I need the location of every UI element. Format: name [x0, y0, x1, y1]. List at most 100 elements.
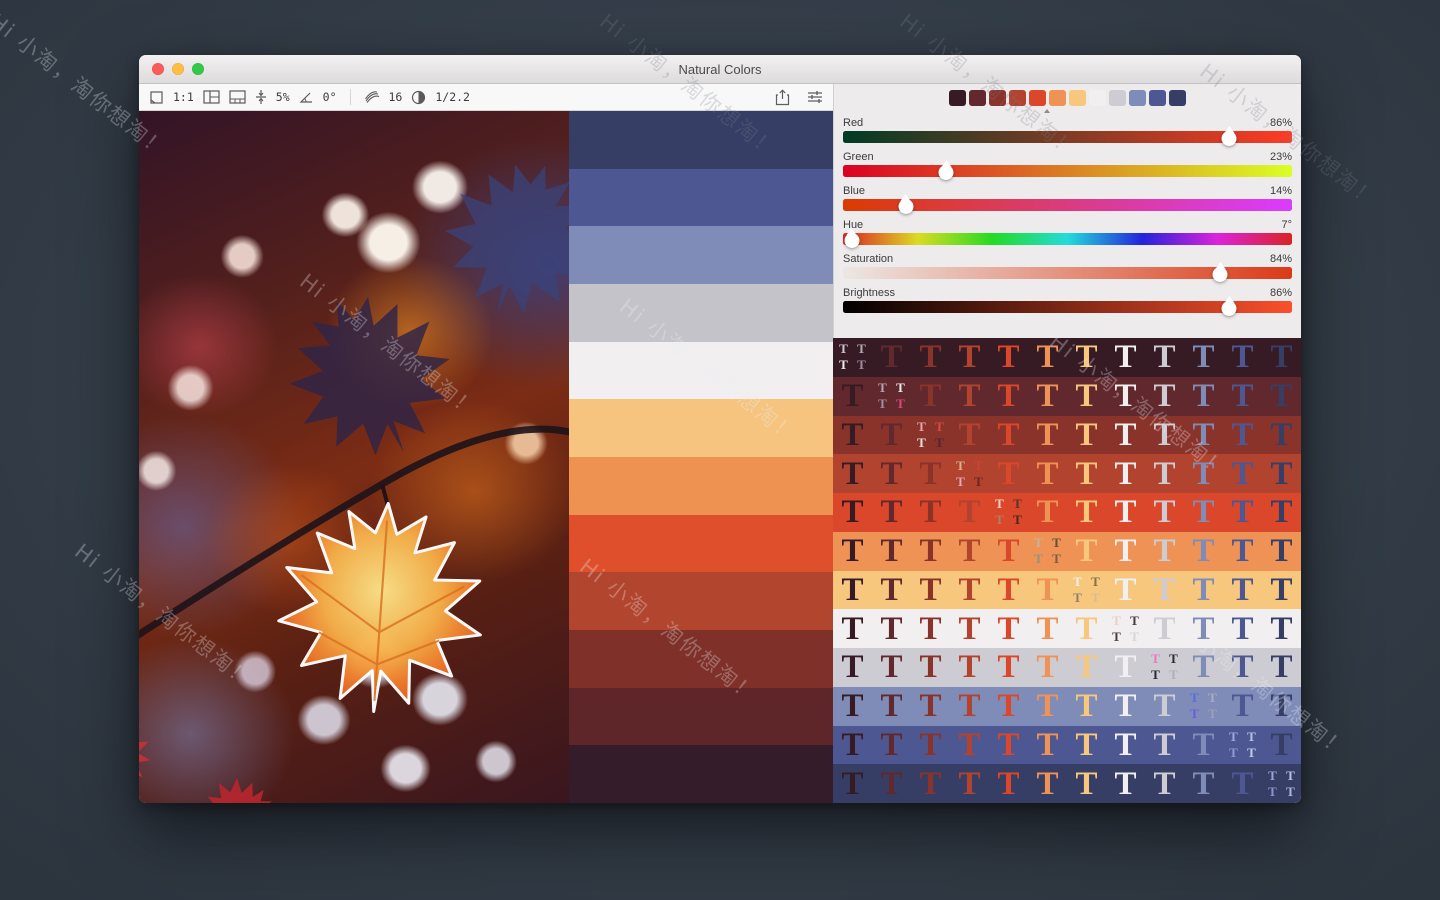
layout-bottombar-icon[interactable] — [229, 90, 246, 104]
grid-cell: T — [1145, 377, 1184, 416]
grid-cell: T — [1067, 609, 1106, 648]
palette-swatch[interactable] — [1129, 90, 1146, 106]
palette-strip[interactable] — [569, 169, 833, 227]
slider-thumb[interactable] — [844, 233, 859, 248]
grid-cell: T — [872, 764, 911, 803]
preview-letter: T — [1075, 687, 1097, 725]
layout-sidebar-icon[interactable] — [203, 90, 220, 104]
gamma-value-label[interactable]: 1/2.2 — [435, 90, 470, 104]
palette-swatch[interactable] — [949, 90, 966, 106]
gamma-icon[interactable] — [411, 90, 426, 105]
feather-percent-label[interactable]: 5% — [276, 90, 290, 104]
grid-row: TTTTTTTTTTTTTTT — [833, 454, 1301, 493]
preview-letter: T — [958, 493, 980, 531]
slider-track[interactable] — [843, 199, 1292, 211]
slider-thumb[interactable] — [1222, 131, 1237, 146]
grid-cell: T — [911, 493, 950, 532]
variant-letter: T — [1190, 706, 1199, 722]
palette-strip[interactable] — [569, 342, 833, 400]
slider-track[interactable] — [843, 233, 1292, 245]
palette-strip[interactable] — [569, 745, 833, 803]
angle-icon[interactable] — [299, 91, 314, 104]
grid-cell: T — [833, 454, 872, 493]
preview-letter: T — [1036, 726, 1058, 764]
preview-letter: T — [958, 726, 980, 764]
palette-strip[interactable] — [569, 515, 833, 573]
preview-letter: T — [1231, 648, 1253, 686]
variant-letter: T — [1091, 574, 1100, 590]
grid-cell: T — [950, 648, 989, 687]
preview-letter: T — [1075, 455, 1097, 493]
preview-letter: T — [958, 648, 980, 686]
preview-letter: T — [880, 571, 902, 609]
zoom-button[interactable] — [192, 63, 204, 75]
grid-cell-variants: TTTT — [1067, 571, 1106, 610]
variant-letter: T — [974, 474, 983, 490]
share-icon[interactable] — [775, 89, 790, 106]
palette-swatch[interactable] — [1069, 90, 1086, 106]
palette-strip[interactable] — [569, 457, 833, 515]
zoom-ratio-label[interactable]: 1:1 — [173, 90, 194, 104]
slider-track[interactable] — [843, 165, 1292, 177]
preview-letter: T — [1231, 377, 1253, 415]
grid-cell: T — [1223, 377, 1262, 416]
source-photo[interactable] — [139, 111, 569, 803]
slider-thumb[interactable] — [1222, 301, 1237, 316]
variant-letter: T — [1013, 512, 1022, 528]
grid-cell: T — [1067, 648, 1106, 687]
palette-swatch[interactable] — [1089, 90, 1106, 106]
angle-value-label[interactable]: 0° — [323, 90, 337, 104]
slider-thumb[interactable] — [1213, 267, 1228, 282]
palette-strip[interactable] — [569, 284, 833, 342]
grain-icon[interactable] — [364, 90, 380, 104]
grid-cell: T — [1067, 338, 1106, 377]
palette-swatch[interactable] — [1049, 90, 1066, 106]
preview-letter: T — [1075, 532, 1097, 570]
slider-thumb[interactable] — [898, 199, 913, 214]
palette-strip[interactable] — [569, 111, 833, 169]
slider-track[interactable] — [843, 267, 1292, 279]
preview-letter: T — [997, 765, 1019, 803]
slider-track[interactable] — [843, 301, 1292, 313]
fit-to-window-icon[interactable] — [149, 90, 164, 105]
preview-letter: T — [958, 377, 980, 415]
slider-value: 7° — [1281, 218, 1292, 232]
palette-swatch[interactable] — [969, 90, 986, 106]
palette-strip[interactable] — [569, 572, 833, 630]
grain-count-label[interactable]: 16 — [389, 90, 403, 104]
palette-strip[interactable] — [569, 688, 833, 746]
palette-swatch[interactable] — [1149, 90, 1166, 106]
preview-letter: T — [880, 610, 902, 648]
grid-cell: T — [1028, 609, 1067, 648]
preview-letter: T — [1153, 416, 1175, 454]
palette-swatch[interactable] — [1009, 90, 1026, 106]
preview-letter: T — [1114, 726, 1136, 764]
preview-letter: T — [880, 455, 902, 493]
slider-track[interactable] — [843, 131, 1292, 143]
variant-letter: T — [1247, 729, 1256, 745]
grid-cell: T — [833, 571, 872, 610]
feather-amount-icon[interactable] — [255, 89, 267, 105]
variant-letter: T — [1208, 706, 1217, 722]
minimize-button[interactable] — [172, 63, 184, 75]
palette-strip[interactable] — [569, 226, 833, 284]
adjustments-icon[interactable] — [807, 90, 823, 104]
grid-cell: T — [1145, 493, 1184, 532]
palette-strip[interactable] — [569, 399, 833, 457]
preview-letter: T — [1270, 377, 1292, 415]
palette-swatch[interactable] — [1169, 90, 1186, 106]
variant-letter: T — [878, 380, 887, 396]
grid-cell: T — [1106, 454, 1145, 493]
palette-swatch[interactable] — [1109, 90, 1126, 106]
palette-strip[interactable] — [569, 630, 833, 688]
grid-cell-variants: TTTT — [1223, 726, 1262, 765]
slider-thumb[interactable] — [939, 165, 954, 180]
grid-cell-variants: TTTT — [1106, 609, 1145, 648]
palette-swatch[interactable] — [1029, 90, 1046, 106]
preview-letter: T — [919, 648, 941, 686]
grid-cell: T — [1067, 377, 1106, 416]
grid-cell-variants: TTTT — [872, 377, 911, 416]
palette-swatch[interactable] — [989, 90, 1006, 106]
grid-cell: T — [950, 493, 989, 532]
close-button[interactable] — [152, 63, 164, 75]
